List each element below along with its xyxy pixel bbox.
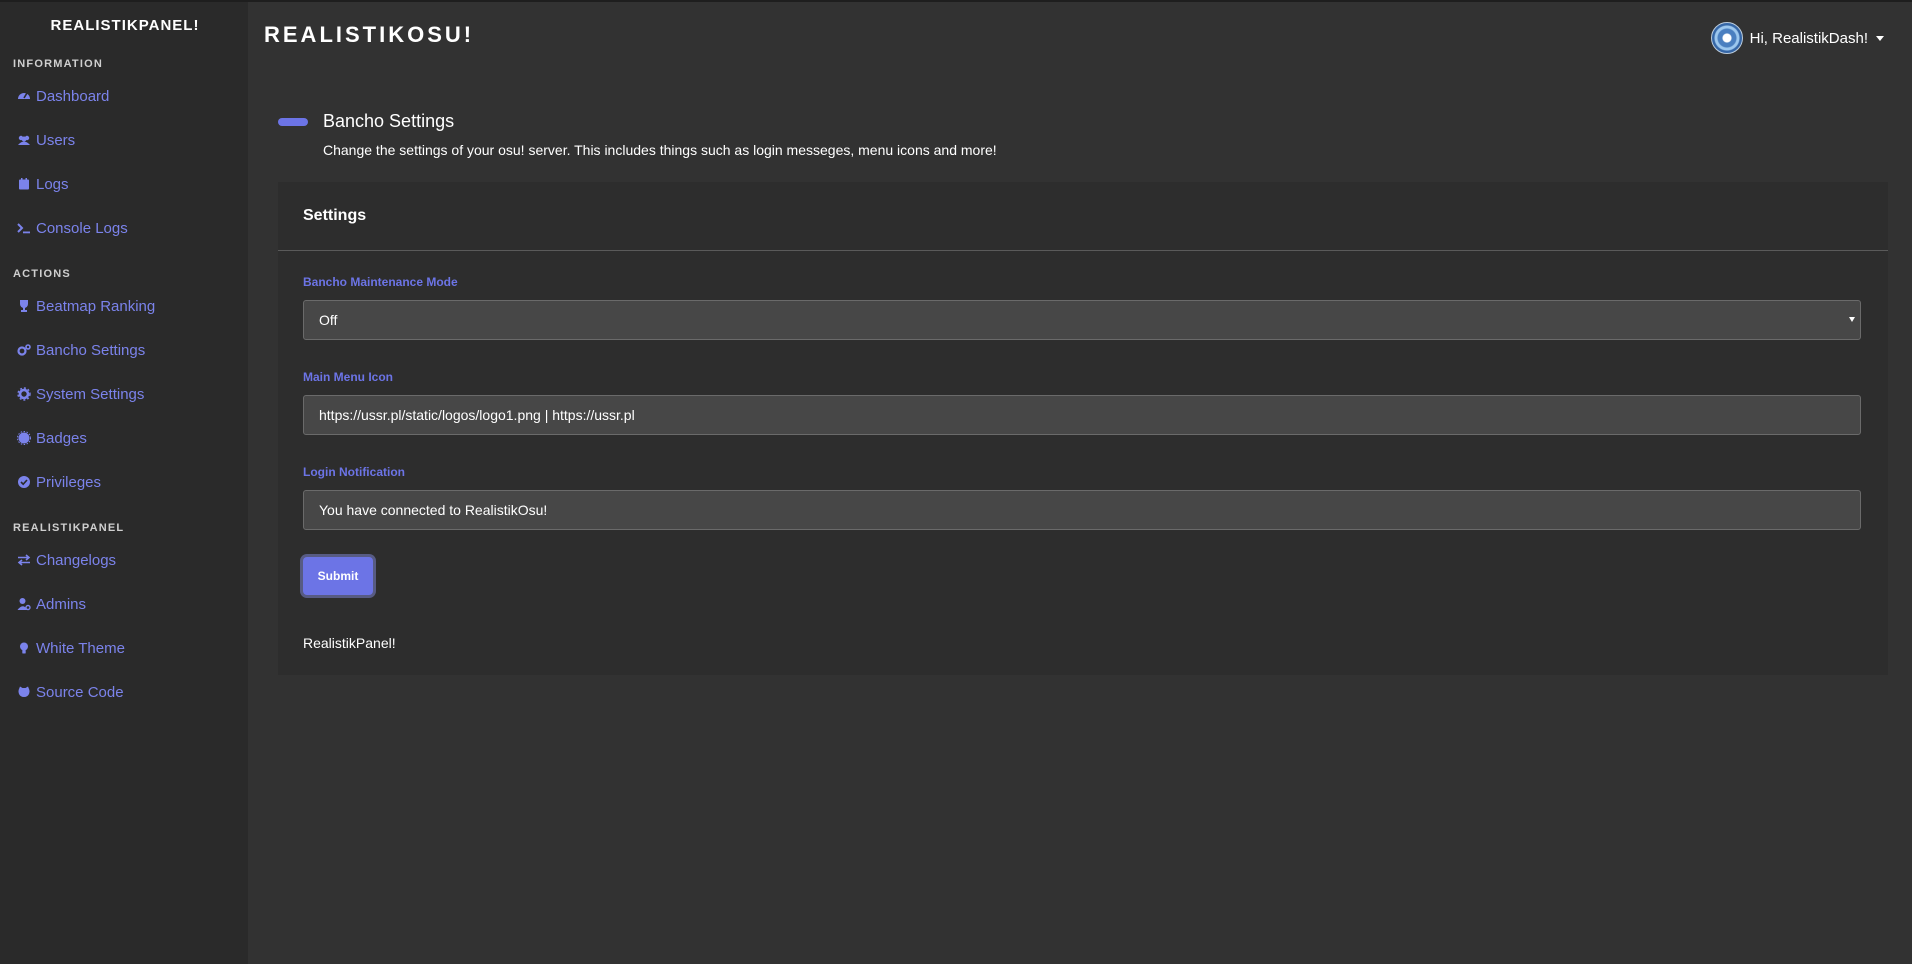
sidebar-item-label: White Theme bbox=[36, 639, 125, 657]
check-circle-icon bbox=[17, 475, 31, 489]
sidebar-item-privileges[interactable]: Privileges bbox=[0, 460, 248, 504]
user-cog-icon bbox=[17, 597, 31, 611]
sidebar-item-label: Bancho Settings bbox=[36, 341, 146, 359]
sidebar-item-beatmap-ranking[interactable]: Beatmap Ranking bbox=[0, 284, 248, 328]
exchange-icon bbox=[17, 553, 31, 567]
sidebar-heading-actions: ACTIONS bbox=[13, 268, 71, 280]
sidebar-item-label: Badges bbox=[36, 429, 87, 447]
site-title[interactable]: REALISTIKOSU! bbox=[264, 22, 474, 48]
trophy-icon bbox=[17, 299, 31, 313]
login-notification-input[interactable]: You have connected to RealistikOsu! bbox=[303, 490, 1861, 530]
sidebar-item-label: System Settings bbox=[36, 385, 145, 403]
card-header: Settings bbox=[278, 182, 1888, 251]
dropdown-arrow-icon bbox=[1849, 317, 1855, 322]
sidebar-item-label: Console Logs bbox=[36, 219, 128, 237]
sidebar-item-bancho-settings[interactable]: Bancho Settings bbox=[0, 328, 248, 372]
main-menu-icon-input[interactable]: https://ussr.pl/static/logos/logo1.png |… bbox=[303, 395, 1861, 435]
sidebar-item-admins[interactable]: Admins bbox=[0, 582, 248, 626]
avatar bbox=[1710, 22, 1743, 54]
cogs-icon bbox=[17, 343, 31, 357]
sidebar-item-label: Source Code bbox=[36, 683, 124, 701]
sidebar-heading-realistikpanel: REALISTIKPANEL bbox=[13, 522, 125, 534]
sidebar-item-logs[interactable]: Logs bbox=[0, 162, 248, 206]
lightbulb-icon bbox=[17, 641, 31, 655]
sidebar-heading-information: INFORMATION bbox=[13, 58, 103, 70]
sidebar-item-changelogs[interactable]: Changelogs bbox=[0, 538, 248, 582]
main-menu-icon-label: Main Menu Icon bbox=[303, 370, 393, 384]
calendar-icon bbox=[17, 177, 31, 191]
sidebar-item-label: Privileges bbox=[36, 473, 102, 491]
user-greeting: Hi, RealistikDash! bbox=[1749, 29, 1868, 47]
main-menu-icon-value: https://ussr.pl/static/logos/logo1.png |… bbox=[319, 407, 635, 423]
sidebar-item-console-logs[interactable]: Console Logs bbox=[0, 206, 248, 250]
sidebar: REALISTIKPANEL! INFORMATION Dashboard Us… bbox=[0, 2, 248, 964]
maintenance-mode-select[interactable]: Off bbox=[303, 300, 1861, 340]
title-accent-pill bbox=[278, 118, 308, 126]
sidebar-item-users[interactable]: Users bbox=[0, 118, 248, 162]
page-description: Change the settings of your osu! server.… bbox=[323, 142, 997, 158]
sidebar-item-label: Changelogs bbox=[36, 551, 117, 569]
sidebar-brand[interactable]: REALISTIKPANEL! bbox=[0, 0, 248, 54]
certificate-icon bbox=[17, 431, 31, 445]
login-notification-label: Login Notification bbox=[303, 465, 405, 479]
sidebar-item-system-settings[interactable]: System Settings bbox=[0, 372, 248, 416]
footer-text: RealistikPanel! bbox=[303, 635, 396, 651]
top-border bbox=[0, 0, 1912, 2]
users-icon bbox=[17, 133, 31, 147]
submit-button[interactable]: Submit bbox=[303, 557, 373, 595]
chevron-down-icon bbox=[1876, 35, 1884, 41]
login-notification-value: You have connected to RealistikOsu! bbox=[319, 502, 548, 518]
sidebar-item-label: Logs bbox=[36, 175, 69, 193]
page-title: Bancho Settings bbox=[323, 111, 455, 131]
sidebar-item-label: Users bbox=[36, 131, 76, 149]
user-menu[interactable]: Hi, RealistikDash! bbox=[1710, 22, 1884, 54]
github-icon bbox=[17, 685, 31, 699]
sidebar-item-white-theme[interactable]: White Theme bbox=[0, 626, 248, 670]
sidebar-item-badges[interactable]: Badges bbox=[0, 416, 248, 460]
settings-card: Settings Bancho Maintenance Mode Off Mai… bbox=[278, 182, 1888, 675]
sidebar-item-source-code[interactable]: Source Code bbox=[0, 670, 248, 714]
sidebar-item-label: Admins bbox=[36, 595, 87, 613]
terminal-icon bbox=[17, 221, 31, 235]
sidebar-item-label: Beatmap Ranking bbox=[36, 297, 156, 315]
maintenance-mode-label: Bancho Maintenance Mode bbox=[303, 275, 458, 289]
sidebar-item-label: Dashboard bbox=[36, 87, 110, 105]
gear-icon bbox=[17, 387, 31, 401]
sidebar-item-dashboard[interactable]: Dashboard bbox=[0, 74, 248, 118]
maintenance-mode-value: Off bbox=[319, 312, 338, 328]
gauge-icon bbox=[17, 89, 31, 103]
